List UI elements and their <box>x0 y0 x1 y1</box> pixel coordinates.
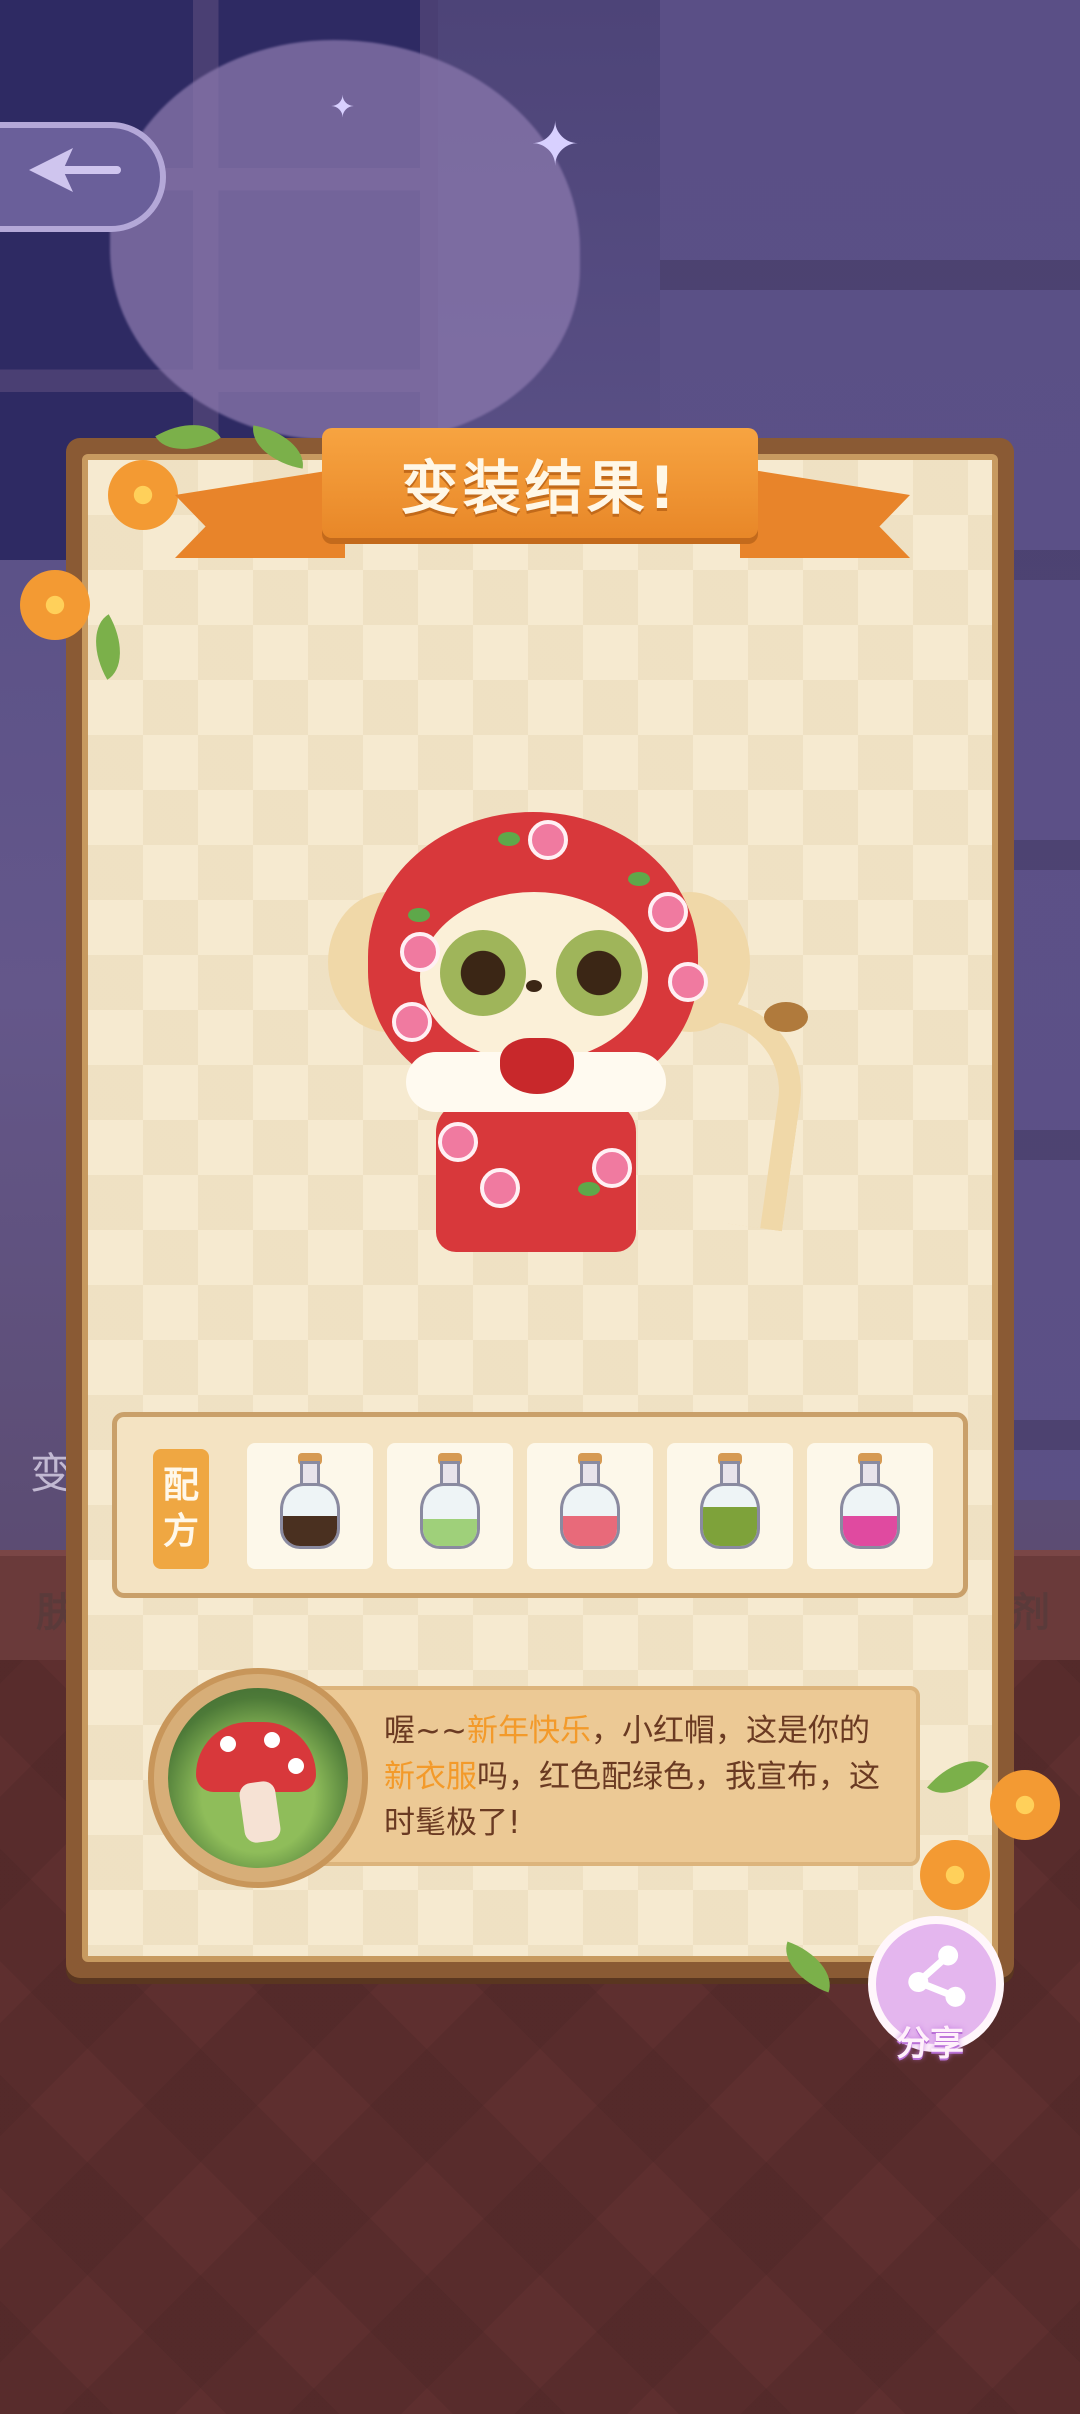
flower-pattern <box>438 1122 478 1162</box>
character-nose <box>526 980 542 992</box>
dialog-highlight: 新衣服 <box>384 1759 477 1795</box>
character-tail-tip <box>764 1002 808 1032</box>
recipe-slot[interactable] <box>387 1443 513 1569</box>
potion-dark-icon <box>280 1453 340 1551</box>
page-title: 变装结果! <box>400 454 680 522</box>
potion-pink-icon <box>560 1453 620 1551</box>
dialog-text: 喔~~新年快乐，小红帽，这是你的新衣服吗，红色配绿色，我宣布，这时髦极了! <box>384 1708 890 1846</box>
sparkle-icon: ✦ <box>330 90 356 125</box>
dialog-highlight: 新年快乐 <box>466 1713 591 1749</box>
flower-decoration <box>108 460 178 530</box>
flower-pattern <box>528 820 568 860</box>
flower-pattern <box>480 1168 520 1208</box>
leaf-pattern <box>408 908 430 922</box>
title-ribbon: 变装结果! <box>322 428 758 538</box>
flower-pattern <box>400 932 440 972</box>
recipe-slot[interactable] <box>527 1443 653 1569</box>
dialog-text-part: ，小红帽，这是你的 <box>590 1713 870 1749</box>
back-button[interactable] <box>0 122 166 232</box>
sparkle-icon: ✦ <box>530 110 581 180</box>
recipe-slots <box>247 1443 933 1569</box>
flower-pattern <box>392 1002 432 1042</box>
recipe-bar: 配 方 <box>112 1412 968 1598</box>
flower-decoration <box>990 1770 1060 1840</box>
flower-decoration <box>920 1840 990 1910</box>
flower-decoration <box>20 570 90 640</box>
potion-magenta-icon <box>840 1453 900 1551</box>
character-eye <box>440 930 526 1016</box>
leaf-pattern <box>498 832 520 846</box>
recipe-label: 配 方 <box>153 1449 209 1569</box>
flower-pattern <box>592 1148 632 1188</box>
mushroom-icon <box>168 1688 348 1868</box>
share-label[interactable]: 分享 <box>896 2016 964 2065</box>
leaf-pattern <box>578 1182 600 1196</box>
flower-pattern <box>668 962 708 1002</box>
back-arrow-icon <box>23 140 123 215</box>
dialog-bubble: 喔~~新年快乐，小红帽，这是你的新衣服吗，红色配绿色，我宣布，这时髦极了! <box>300 1686 920 1866</box>
character-bow <box>500 1038 574 1094</box>
dialog-text-part: 喔~~ <box>384 1713 467 1749</box>
potion-green-light-icon <box>420 1453 480 1551</box>
recipe-slot[interactable] <box>247 1443 373 1569</box>
leaf-pattern <box>628 872 650 886</box>
flower-pattern <box>648 892 688 932</box>
recipe-slot[interactable] <box>807 1443 933 1569</box>
recipe-slot[interactable] <box>667 1443 793 1569</box>
background-tab-label: 剂 <box>1010 1590 1050 1636</box>
character-eye <box>556 930 642 1016</box>
potion-green-icon <box>700 1453 760 1551</box>
recipe-label-char: 配 <box>162 1465 199 1506</box>
npc-avatar <box>148 1668 368 1888</box>
character-preview <box>318 812 813 1252</box>
recipe-label-char: 方 <box>162 1511 199 1552</box>
